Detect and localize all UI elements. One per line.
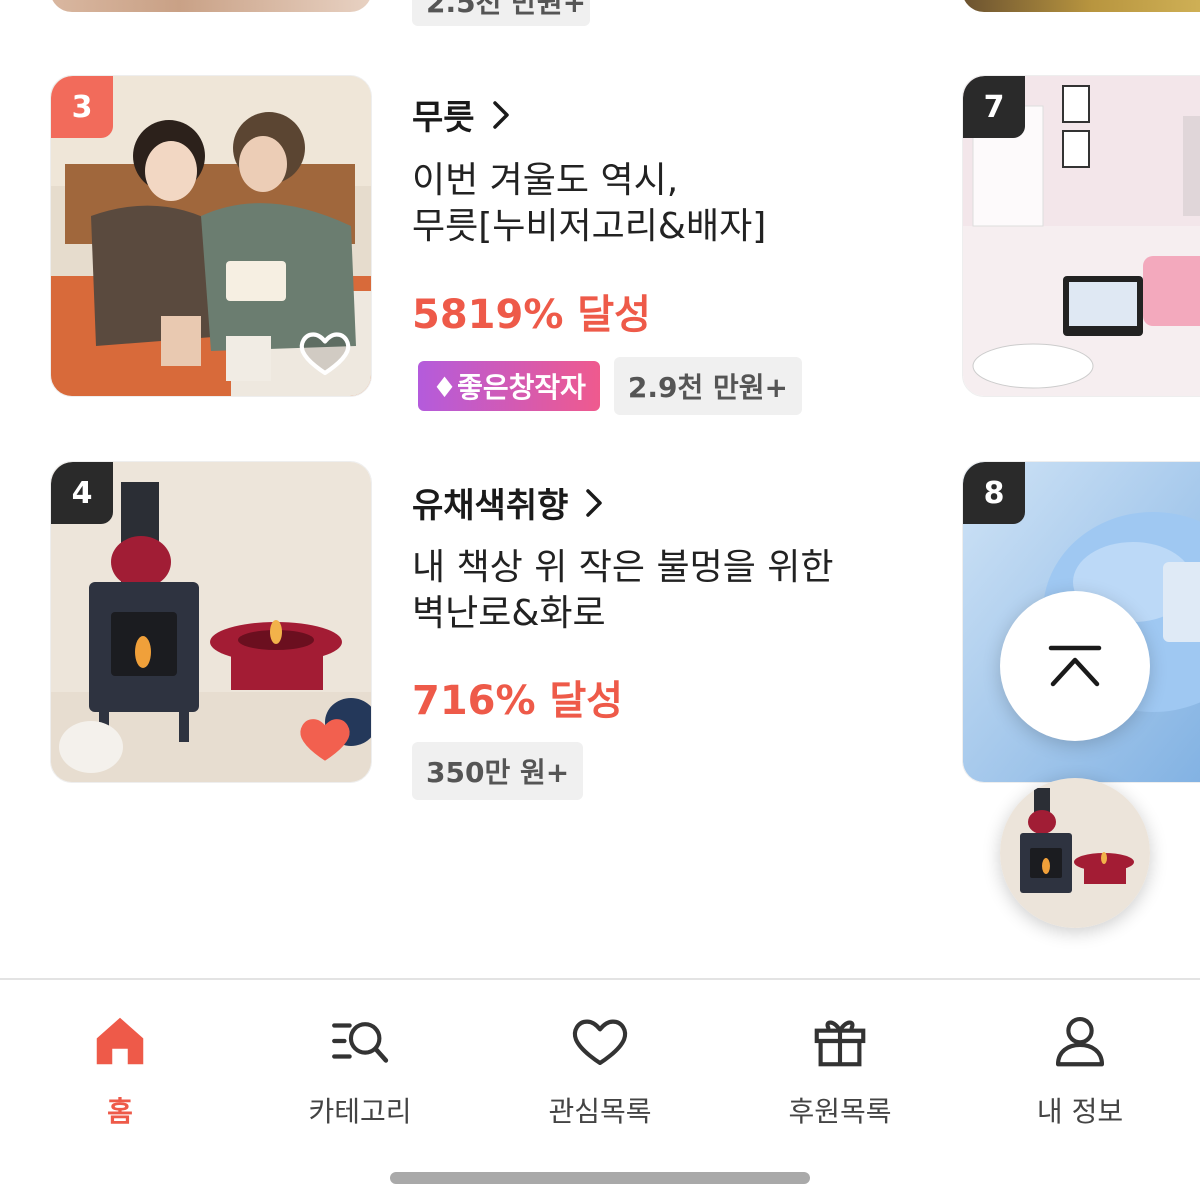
nav-pledges-label: 후원목록	[788, 1095, 892, 1128]
project-chips: 350만 원+	[412, 742, 584, 800]
recent-project-thumbnail	[1000, 778, 1150, 928]
nav-my-info-label: 내 정보	[1036, 1095, 1124, 1128]
amount-chip: 2.9천 만원+	[613, 357, 802, 415]
bottom-navigation: 홈 카테고리 관심목록 후원목록 내 정보	[0, 978, 1200, 1202]
project-title[interactable]: 이번 겨울도 역시, 무릇[누비저고리&배자]	[412, 158, 932, 250]
nav-category-label: 카테고리	[308, 1095, 412, 1128]
creator-link[interactable]: 유채색취향	[412, 478, 606, 527]
nav-category[interactable]: 카테고리	[240, 1010, 480, 1130]
nav-wishlist[interactable]: 관심목록	[480, 1010, 720, 1130]
creator-name: 무릇	[412, 98, 475, 138]
rank-badge: 8	[963, 462, 1025, 524]
heart-icon	[572, 1019, 628, 1066]
rank-badge: 4	[51, 462, 113, 524]
nav-pledges[interactable]: 후원목록	[720, 1010, 960, 1130]
recent-project-button[interactable]	[1000, 778, 1150, 928]
rank-badge: 3	[51, 76, 113, 138]
home-icon	[96, 1017, 144, 1065]
project-title[interactable]: 내 책상 위 작은 불멍을 위한 벽난로&화로	[412, 545, 932, 637]
nav-home-label: 홈	[107, 1095, 133, 1128]
project-thumbnail-partial-right[interactable]: 7	[962, 75, 1200, 397]
scroll-to-top-button[interactable]	[1000, 591, 1150, 741]
nav-wishlist-label: 관심목록	[548, 1095, 652, 1128]
good-creator-badge: ♦좋은창작자	[418, 361, 600, 411]
rank-badge: 7	[963, 76, 1025, 138]
nav-home[interactable]: 홈	[0, 1010, 240, 1130]
project-thumbnail[interactable]: 3	[50, 75, 372, 397]
creator-name: 유채색취향	[412, 486, 569, 526]
project-thumbnail-partial[interactable]	[50, 0, 372, 12]
like-heart-filled-icon[interactable]	[297, 710, 353, 766]
chevron-right-icon	[492, 100, 509, 129]
nav-my-info[interactable]: 내 정보	[960, 1010, 1200, 1130]
amount-chip: 2.5천 만원+	[412, 0, 590, 26]
person-icon	[1055, 1016, 1105, 1067]
amount-chip: 350만 원+	[412, 742, 584, 800]
like-heart-icon[interactable]	[297, 324, 353, 380]
gift-icon	[814, 1020, 866, 1067]
creator-link[interactable]: 무릇	[412, 90, 513, 139]
funding-percent: 5819% 달성	[412, 292, 651, 338]
home-indicator[interactable]	[390, 1172, 810, 1184]
project-chips: ♦좋은창작자 2.9천 만원+	[418, 357, 802, 415]
project-thumbnail[interactable]: 4	[50, 461, 372, 783]
category-search-icon	[332, 1022, 389, 1063]
funding-percent: 716% 달성	[412, 678, 624, 724]
chevron-right-icon	[586, 488, 603, 517]
chevron-up-bar-icon	[1048, 645, 1102, 687]
project-thumbnail-partial-right[interactable]	[962, 0, 1200, 12]
